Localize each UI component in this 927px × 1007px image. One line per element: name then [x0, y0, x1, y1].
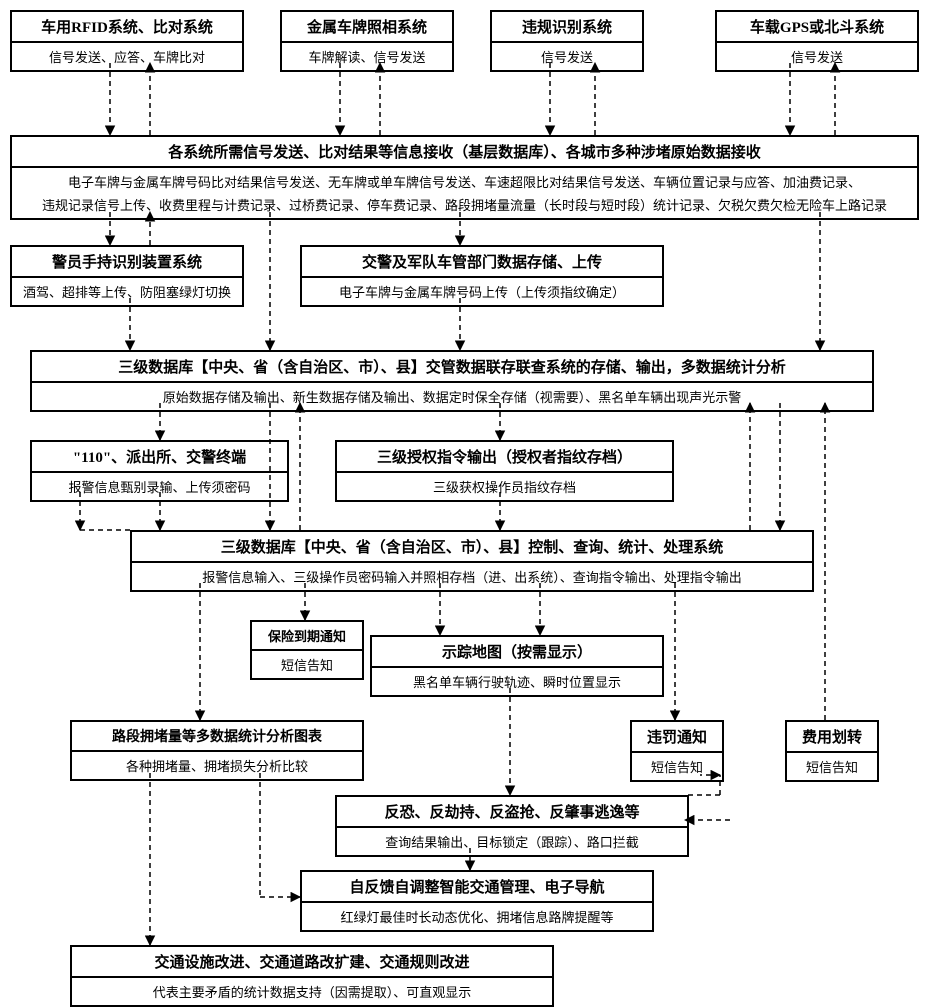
gps-title: 车载GPS或北斗系统 — [717, 12, 917, 43]
signalhub-title: 各系统所需信号发送、比对结果等信息接收（基层数据库）、各城市多种涉堵原始数据接收 — [12, 137, 917, 168]
infra-title: 交通设施改进、交通道路改扩建、交通规则改进 — [72, 947, 552, 978]
violation-sub: 信号发送 — [492, 43, 642, 70]
ctrl-title: 三级数据库【中央、省（含自治区、市）、县】控制、查询、统计、处理系统 — [132, 532, 812, 563]
box-rfid: 车用RFID系统、比对系统 信号发送、应答、车牌比对 — [10, 10, 244, 72]
fee-sub: 短信告知 — [787, 753, 877, 780]
box-map: 示踪地图（按需显示） 黑名单车辆行驶轨迹、瞬时位置显示 — [370, 635, 664, 697]
anti-title: 反恐、反劫持、反盗抢、反肇事逃逸等 — [337, 797, 687, 828]
signalhub-line2: 违规记录信号上传、收费里程与计费记录、过桥费记录、停车费记录、路段拥堵量流量（长… — [12, 195, 917, 218]
signalhub-line1: 电子车牌与金属车牌号码比对结果信号发送、无车牌或单车牌信号发送、车速超限比对结果… — [12, 168, 917, 195]
auth-title: 三级授权指令输出（授权者指纹存档） — [337, 442, 672, 473]
box-army-data: 交警及军队车管部门数据存储、上传 电子车牌与金属车牌号码上传（上传须指纹确定） — [300, 245, 664, 307]
box-insurance: 保险到期通知 短信告知 — [250, 620, 364, 680]
box-110: "110"、派出所、交警终端 报警信息甄别录输、上传须密码 — [30, 440, 289, 502]
jam-title: 路段拥堵量等多数据统计分析图表 — [72, 722, 362, 752]
box-penalty: 违罚通知 短信告知 — [630, 720, 724, 782]
pen-title: 违罚通知 — [632, 722, 722, 753]
auth-sub: 三级获权操作员指纹存档 — [337, 473, 672, 500]
plate-sub: 车牌解读、信号发送 — [282, 43, 452, 70]
box-db3: 三级数据库【中央、省（含自治区、市）、县】交管数据联存联查系统的存储、输出，多数… — [30, 350, 874, 412]
box-control: 三级数据库【中央、省（含自治区、市）、县】控制、查询、统计、处理系统 报警信息输… — [130, 530, 814, 592]
box-fee: 费用划转 短信告知 — [785, 720, 879, 782]
ins-sub: 短信告知 — [252, 651, 362, 678]
smart-title: 自反馈自调整智能交通管理、电子导航 — [302, 872, 652, 903]
box-smart: 自反馈自调整智能交通管理、电子导航 红绿灯最佳时长动态优化、拥堵信息路牌提醒等 — [300, 870, 654, 932]
box-infra: 交通设施改进、交通道路改扩建、交通规则改进 代表主要矛盾的统计数据支持（因需提取… — [70, 945, 554, 1007]
box-auth: 三级授权指令输出（授权者指纹存档） 三级获权操作员指纹存档 — [335, 440, 674, 502]
army-sub: 电子车牌与金属车牌号码上传（上传须指纹确定） — [302, 278, 662, 305]
smart-sub: 红绿灯最佳时长动态优化、拥堵信息路牌提醒等 — [302, 903, 652, 930]
p110-title: "110"、派出所、交警终端 — [32, 442, 287, 473]
gps-sub: 信号发送 — [717, 43, 917, 70]
rfid-title: 车用RFID系统、比对系统 — [12, 12, 242, 43]
police-title: 警员手持识别装置系统 — [12, 247, 242, 278]
box-anti: 反恐、反劫持、反盗抢、反肇事逃逸等 查询结果输出、目标锁定（跟踪）、路口拦截 — [335, 795, 689, 857]
rfid-sub: 信号发送、应答、车牌比对 — [12, 43, 242, 70]
violation-title: 违规识别系统 — [492, 12, 642, 43]
box-signal-hub: 各系统所需信号发送、比对结果等信息接收（基层数据库）、各城市多种涉堵原始数据接收… — [10, 135, 919, 220]
army-title: 交警及军队车管部门数据存储、上传 — [302, 247, 662, 278]
fee-title: 费用划转 — [787, 722, 877, 753]
box-police-device: 警员手持识别装置系统 酒驾、超排等上传、防阻塞绿灯切换 — [10, 245, 244, 307]
police-sub: 酒驾、超排等上传、防阻塞绿灯切换 — [12, 278, 242, 305]
ins-title: 保险到期通知 — [252, 622, 362, 651]
pen-sub: 短信告知 — [632, 753, 722, 780]
box-plate: 金属车牌照相系统 车牌解读、信号发送 — [280, 10, 454, 72]
p110-sub: 报警信息甄别录输、上传须密码 — [32, 473, 287, 500]
box-gps: 车载GPS或北斗系统 信号发送 — [715, 10, 919, 72]
db3-title: 三级数据库【中央、省（含自治区、市）、县】交管数据联存联查系统的存储、输出，多数… — [32, 352, 872, 383]
infra-sub: 代表主要矛盾的统计数据支持（因需提取）、可直观显示 — [72, 978, 552, 1005]
anti-sub: 查询结果输出、目标锁定（跟踪）、路口拦截 — [337, 828, 687, 855]
db3-sub: 原始数据存储及输出、新生数据存储及输出、数据定时保全存储（视需要）、黑名单车辆出… — [32, 383, 872, 410]
box-jam: 路段拥堵量等多数据统计分析图表 各种拥堵量、拥堵损失分析比较 — [70, 720, 364, 781]
jam-sub: 各种拥堵量、拥堵损失分析比较 — [72, 752, 362, 779]
plate-title: 金属车牌照相系统 — [282, 12, 452, 43]
ctrl-sub: 报警信息输入、三级操作员密码输入并照相存档（进、出系统）、查询指令输出、处理指令… — [132, 563, 812, 590]
map-title: 示踪地图（按需显示） — [372, 637, 662, 668]
box-violation: 违规识别系统 信号发送 — [490, 10, 644, 72]
map-sub: 黑名单车辆行驶轨迹、瞬时位置显示 — [372, 668, 662, 695]
